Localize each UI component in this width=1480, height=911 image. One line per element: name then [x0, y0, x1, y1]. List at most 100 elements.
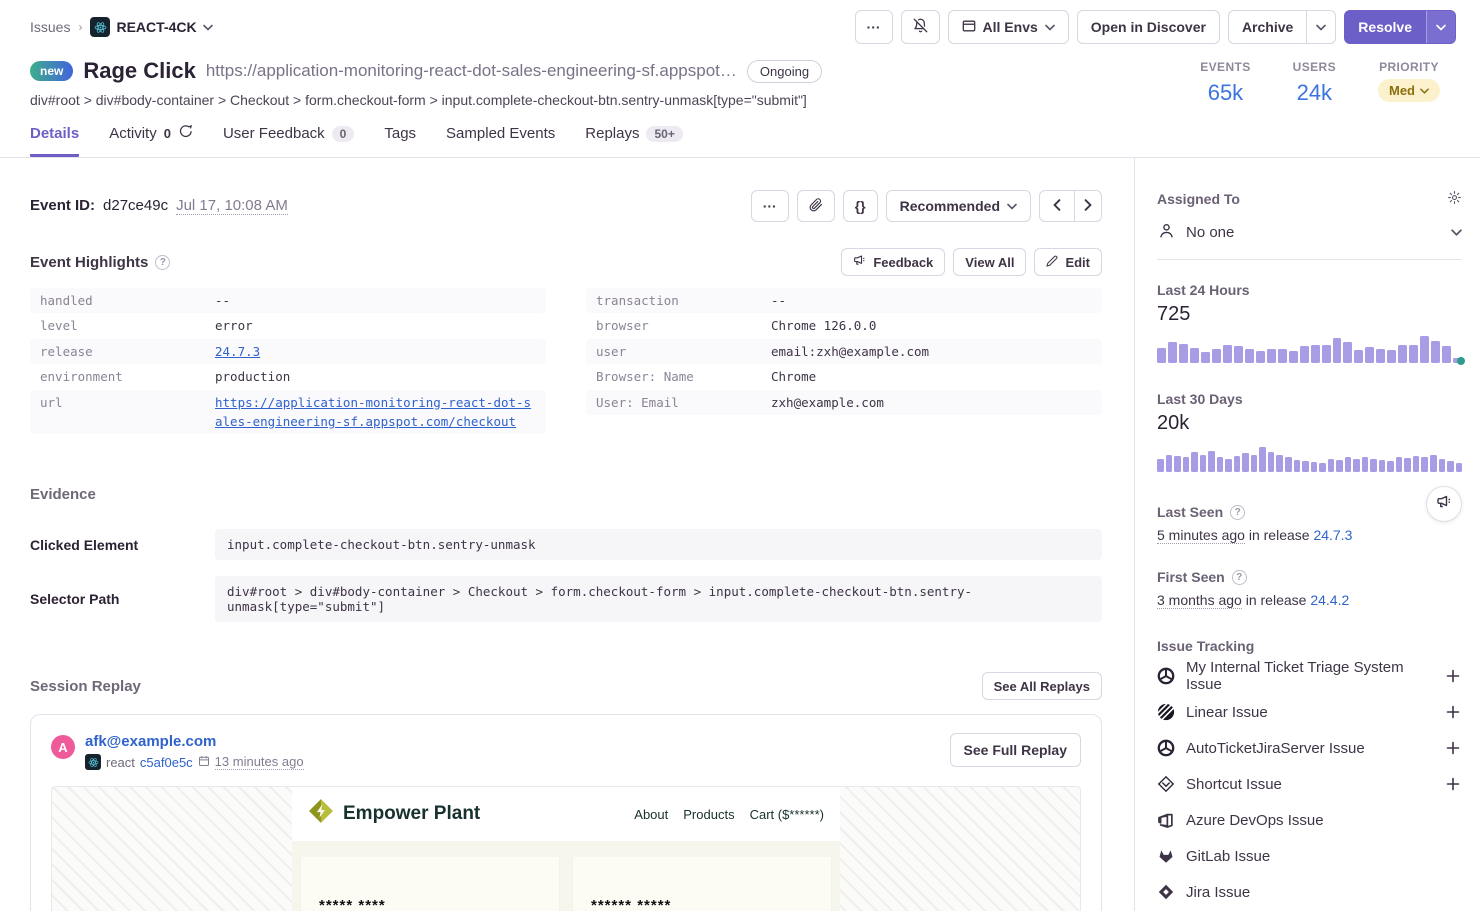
feedback-button[interactable]: Feedback — [841, 248, 945, 276]
see-full-replay-label: See Full Replay — [964, 742, 1067, 758]
tab-sampled-events[interactable]: Sampled Events — [446, 124, 555, 157]
tab-replays[interactable]: Replays 50+ — [585, 124, 683, 157]
issue-tracking-item-label[interactable]: Linear Issue — [1186, 704, 1433, 721]
issue-tracking-item-label[interactable]: My Internal Ticket Triage System Issue — [1186, 659, 1433, 693]
replay-product-title: ****** ***** — [591, 897, 813, 911]
assignee-selector[interactable]: No one — [1157, 208, 1462, 260]
kv-value: Chrome — [771, 367, 816, 386]
calendar-icon — [198, 755, 210, 770]
last-seen-label: Last Seen — [1157, 504, 1223, 520]
url-link[interactable]: https://application-monitoring-react-dot… — [215, 393, 536, 432]
resolve-label: Resolve — [1358, 19, 1412, 35]
event-timestamp[interactable]: Jul 17, 10:08 AM — [176, 197, 288, 215]
open-in-discover-button[interactable]: Open in Discover — [1077, 10, 1220, 44]
help-icon[interactable]: ? — [1230, 505, 1245, 520]
shortcut-icon — [1157, 775, 1175, 793]
view-all-button[interactable]: View All — [953, 248, 1026, 276]
see-all-replays-button[interactable]: See All Replays — [982, 672, 1102, 700]
tab-activity[interactable]: Activity 0 — [109, 124, 193, 157]
event-id-value: d27ce49c — [103, 197, 168, 214]
last-24h-bar-chart[interactable] — [1157, 335, 1462, 363]
breadcrumb-issues-link[interactable]: Issues — [30, 19, 70, 35]
replay-nav-about: About — [634, 807, 668, 822]
previous-event-button[interactable] — [1039, 190, 1075, 222]
more-actions-label: ··· — [867, 19, 881, 35]
tab-tags-label: Tags — [384, 125, 416, 142]
users-stat-value[interactable]: 24k — [1293, 80, 1336, 106]
person-icon — [1157, 221, 1176, 244]
kv-key: Browser: Name — [596, 367, 771, 386]
edit-label: Edit — [1065, 255, 1090, 270]
last-30d-bar-chart[interactable] — [1157, 444, 1462, 472]
issue-tracking-list: My Internal Ticket Triage System Issue L… — [1157, 658, 1462, 910]
help-icon[interactable]: ? — [1232, 570, 1247, 585]
tab-user-feedback[interactable]: User Feedback 0 — [223, 124, 354, 157]
tab-tags[interactable]: Tags — [384, 124, 416, 157]
last-seen-time[interactable]: 5 minutes ago — [1157, 527, 1245, 544]
event-sort-dropdown[interactable]: Recommended — [886, 190, 1031, 222]
gear-icon[interactable] — [1447, 190, 1462, 208]
tab-activity-count: 0 — [164, 126, 171, 141]
plus-icon[interactable] — [1444, 775, 1462, 793]
tab-user-feedback-label: User Feedback — [223, 125, 325, 142]
table-row: browserChrome 126.0.0 — [586, 313, 1102, 338]
resolve-button[interactable]: Resolve — [1344, 10, 1426, 44]
replay-site-brand: Empower Plant — [308, 798, 480, 830]
plus-icon[interactable] — [1444, 739, 1462, 757]
priority-selector[interactable]: Med — [1378, 79, 1440, 102]
event-more-button[interactable]: ··· — [751, 190, 789, 222]
avatar: A — [51, 735, 75, 759]
edit-button[interactable]: Edit — [1034, 248, 1102, 276]
plus-icon[interactable] — [1444, 703, 1462, 721]
chevron-down-icon — [1420, 88, 1429, 94]
issue-url: https://application-monitoring-react-dot… — [206, 61, 737, 81]
session-replay-title: Session Replay — [30, 678, 141, 695]
help-icon[interactable]: ? — [155, 255, 170, 270]
last-seen-release-link[interactable]: 24.7.3 — [1313, 527, 1352, 543]
issue-tracking-item-label[interactable]: Jira Issue — [1186, 884, 1462, 901]
table-row: urlhttps://application-monitoring-react-… — [30, 390, 546, 435]
events-stat-value[interactable]: 65k — [1200, 80, 1250, 106]
replay-product-card: ***** **** *** **** **** *** ****** Add … — [301, 857, 559, 911]
resolve-dropdown-button[interactable] — [1426, 10, 1456, 44]
issue-sidebar: Assigned To No one Last 24 Hours 725 Las… — [1135, 158, 1480, 911]
see-full-replay-button[interactable]: See Full Replay — [950, 733, 1081, 767]
event-highlights-buttons: Feedback View All Edit — [841, 248, 1102, 276]
release-link[interactable]: 24.7.3 — [215, 342, 260, 361]
kv-value: -- — [771, 291, 786, 310]
issue-tracking-item-label[interactable]: GitLab Issue — [1186, 848, 1462, 865]
breadcrumb-project-selector[interactable]: REACT-4CK — [90, 17, 212, 37]
environment-filter-button[interactable]: All Envs — [948, 10, 1069, 44]
issue-tracking-item-label[interactable]: AutoTicketJiraServer Issue — [1186, 740, 1433, 757]
issue-tracking-item-label[interactable]: Shortcut Issue — [1186, 776, 1433, 793]
replay-time-ago[interactable]: 13 minutes ago — [215, 754, 304, 770]
see-all-replays-label: See All Replays — [994, 679, 1090, 694]
issue-title: Rage Click — [83, 58, 196, 84]
list-item: AutoTicketJiraServer Issue — [1157, 730, 1462, 766]
more-actions-button[interactable]: ··· — [855, 10, 893, 44]
selector-path-value: div#root > div#body-container > Checkout… — [215, 576, 1102, 622]
linear-icon — [1157, 703, 1175, 721]
mute-notifications-button[interactable] — [901, 10, 940, 44]
kv-value: -- — [215, 291, 230, 310]
issue-tracking-item-label[interactable]: Azure DevOps Issue — [1186, 812, 1462, 829]
event-json-button[interactable]: {} — [843, 190, 878, 222]
archive-button[interactable]: Archive — [1228, 10, 1307, 44]
tab-details[interactable]: Details — [30, 124, 79, 157]
replay-user-email-link[interactable]: afk@example.com — [85, 733, 304, 750]
session-replay-header: Session Replay See All Replays — [30, 672, 1102, 700]
last-30d-label: Last 30 Days — [1157, 391, 1243, 407]
events-stat-label: EVENTS — [1200, 60, 1250, 74]
plus-icon[interactable] — [1444, 667, 1462, 685]
archive-dropdown-button[interactable] — [1307, 10, 1336, 44]
feedback-floating-button[interactable] — [1426, 486, 1462, 522]
replay-preview[interactable]: Empower Plant About Products Cart ($****… — [51, 786, 1081, 911]
first-seen-release-link[interactable]: 24.4.2 — [1310, 592, 1349, 608]
event-link-button[interactable] — [797, 190, 835, 222]
first-seen-time[interactable]: 3 months ago — [1157, 592, 1242, 609]
replay-id-link[interactable]: c5af0e5c — [140, 755, 193, 770]
next-event-button[interactable] — [1075, 190, 1102, 222]
event-id-label: Event ID: — [30, 197, 95, 214]
replay-nav-cart: Cart ($******) — [750, 807, 824, 822]
kv-key: handled — [40, 291, 215, 310]
